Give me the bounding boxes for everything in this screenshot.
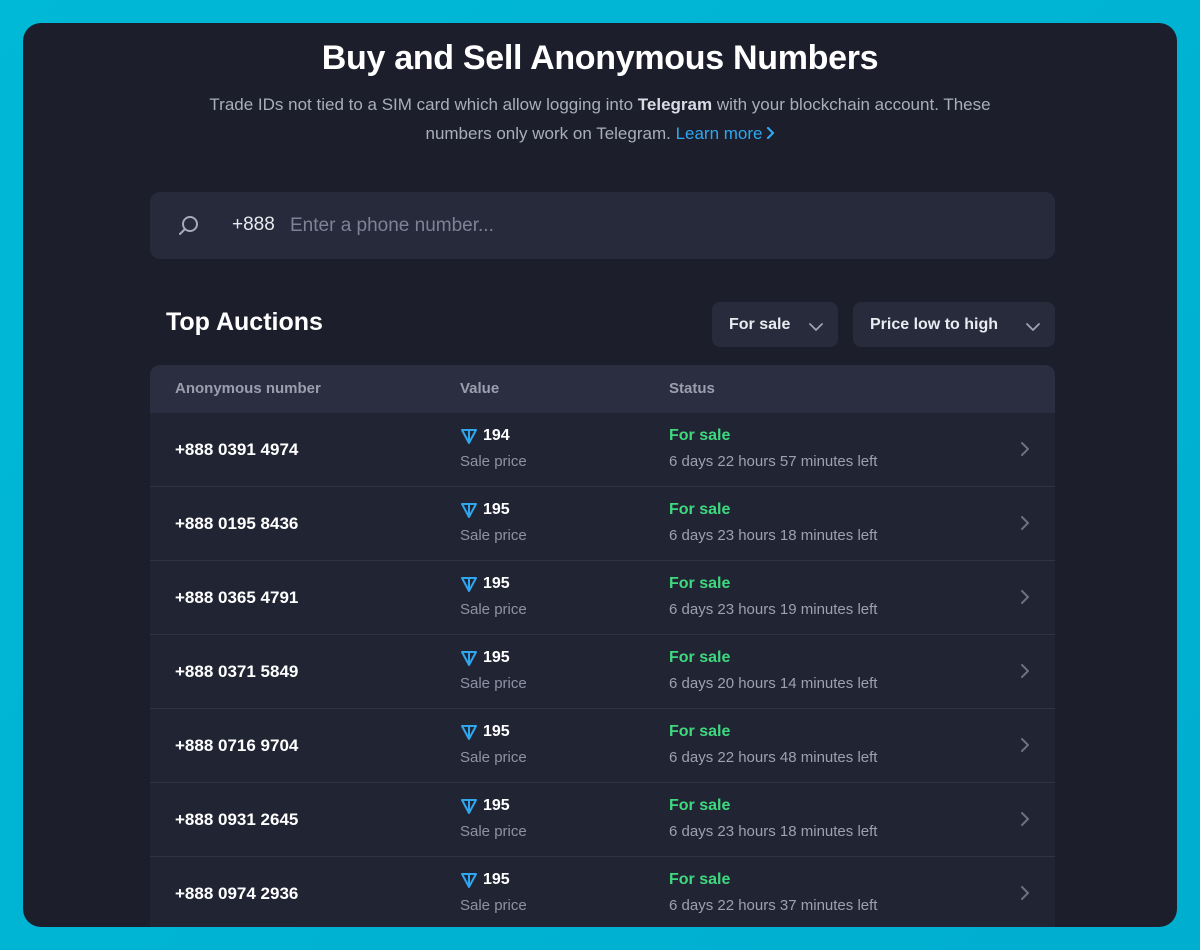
sort-label: Price low to high (870, 315, 999, 333)
anonymous-number: +888 0391 4974 (175, 440, 299, 459)
search-icon (176, 213, 202, 244)
anonymous-number: +888 0931 2645 (175, 810, 299, 829)
price-amount: 194 (483, 427, 510, 444)
chevron-down-icon (808, 319, 824, 337)
chevron-right-icon (766, 120, 775, 149)
chevron-right-icon (1020, 589, 1030, 610)
auctions-table: Anonymous number Value Status +888 0391 … (150, 365, 1055, 927)
value-cell: 195 (460, 575, 510, 593)
chevron-right-icon (1020, 811, 1030, 832)
chevron-right-icon (1020, 515, 1030, 536)
chevron-down-icon (1025, 319, 1041, 337)
price-type: Sale price (460, 675, 527, 692)
header-status: Status (669, 380, 715, 397)
value-cell: 195 (460, 797, 510, 815)
sort-dropdown[interactable]: Price low to high (853, 302, 1055, 347)
status-badge: For sale (669, 575, 731, 592)
ton-icon (461, 725, 477, 740)
price-type: Sale price (460, 601, 527, 618)
value-cell: 195 (460, 649, 510, 667)
status-badge: For sale (669, 723, 731, 740)
time-left: 6 days 22 hours 57 minutes left (669, 453, 878, 470)
status-badge: For sale (669, 871, 731, 888)
table-header: Anonymous number Value Status (150, 365, 1055, 413)
header-number: Anonymous number (175, 380, 321, 397)
anonymous-number: +888 0195 8436 (175, 514, 299, 533)
ton-icon (461, 799, 477, 814)
page-subtitle: Trade IDs not tied to a SIM card which a… (200, 90, 1000, 149)
anonymous-number: +888 0365 4791 (175, 588, 299, 607)
subtitle-telegram: Telegram (637, 95, 713, 114)
status-filter-label: For sale (729, 315, 791, 333)
header-value: Value (460, 380, 500, 397)
app-window: Buy and Sell Anonymous Numbers Trade IDs… (23, 23, 1177, 927)
price-amount: 195 (483, 501, 510, 518)
price-type: Sale price (460, 823, 527, 840)
learn-more-link[interactable]: Learn more (676, 124, 775, 143)
value-cell: 195 (460, 871, 510, 889)
ton-icon (461, 503, 477, 518)
page-title: Buy and Sell Anonymous Numbers (321, 39, 879, 77)
table-body: +888 0391 4974 194 Sale price For sale 6… (150, 413, 1055, 927)
table-row[interactable]: +888 0391 4974 194 Sale price For sale 6… (150, 413, 1055, 487)
chevron-right-icon (1020, 441, 1030, 462)
ton-icon (461, 651, 477, 666)
chevron-right-icon (1020, 885, 1030, 906)
time-left: 6 days 23 hours 19 minutes left (669, 601, 878, 618)
price-amount: 195 (483, 871, 510, 888)
status-badge: For sale (669, 501, 731, 518)
table-row[interactable]: +888 0716 9704 195 Sale price For sale 6… (150, 709, 1055, 783)
table-row[interactable]: +888 0365 4791 195 Sale price For sale 6… (150, 561, 1055, 635)
time-left: 6 days 20 hours 14 minutes left (669, 675, 878, 692)
price-type: Sale price (460, 897, 527, 914)
chevron-right-icon (1020, 737, 1030, 758)
status-badge: For sale (669, 797, 731, 814)
ton-icon (461, 873, 477, 888)
section-title: Top Auctions (166, 308, 323, 336)
table-row[interactable]: +888 0371 5849 195 Sale price For sale 6… (150, 635, 1055, 709)
status-badge: For sale (669, 427, 731, 444)
chevron-right-icon (1020, 663, 1030, 684)
ton-icon (461, 429, 477, 444)
table-row[interactable]: +888 0931 2645 195 Sale price For sale 6… (150, 783, 1055, 857)
time-left: 6 days 23 hours 18 minutes left (669, 823, 878, 840)
value-cell: 195 (460, 723, 510, 741)
price-type: Sale price (460, 749, 527, 766)
value-cell: 194 (460, 427, 510, 445)
status-badge: For sale (669, 649, 731, 666)
anonymous-number: +888 0974 2936 (175, 884, 299, 903)
time-left: 6 days 22 hours 37 minutes left (669, 897, 878, 914)
status-filter-dropdown[interactable]: For sale (712, 302, 838, 347)
phone-prefix: +888 (232, 214, 275, 235)
table-row[interactable]: +888 0195 8436 195 Sale price For sale 6… (150, 487, 1055, 561)
price-type: Sale price (460, 453, 527, 470)
price-amount: 195 (483, 649, 510, 666)
time-left: 6 days 23 hours 18 minutes left (669, 527, 878, 544)
time-left: 6 days 22 hours 48 minutes left (669, 749, 878, 766)
table-row[interactable]: +888 0974 2936 195 Sale price For sale 6… (150, 857, 1055, 927)
anonymous-number: +888 0716 9704 (175, 736, 299, 755)
learn-more-label: Learn more (675, 124, 763, 143)
anonymous-number: +888 0371 5849 (175, 662, 299, 681)
search-bar[interactable]: +888 (150, 192, 1055, 259)
subtitle-text-1: Trade IDs not tied to a SIM card which a… (209, 95, 638, 114)
price-amount: 195 (483, 797, 510, 814)
ton-icon (461, 577, 477, 592)
price-type: Sale price (460, 527, 527, 544)
price-amount: 195 (483, 723, 510, 740)
phone-search-input[interactable] (288, 209, 1032, 243)
value-cell: 195 (460, 501, 510, 519)
price-amount: 195 (483, 575, 510, 592)
